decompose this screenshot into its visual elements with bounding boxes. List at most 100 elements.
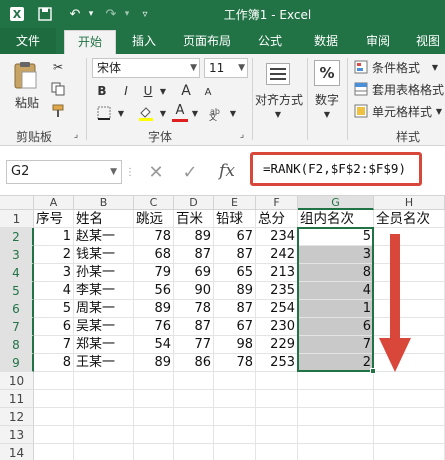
table-cell[interactable]: 67	[214, 228, 256, 246]
row-header-14[interactable]: 14	[0, 444, 34, 460]
empty-cell[interactable]	[174, 390, 214, 408]
table-cell[interactable]: 2	[34, 246, 74, 264]
empty-cell[interactable]	[298, 408, 374, 426]
empty-cell[interactable]	[134, 426, 174, 444]
table-cell[interactable]: 5	[34, 300, 74, 318]
empty-cell[interactable]	[174, 426, 214, 444]
header-cell[interactable]: 铅球	[214, 210, 256, 228]
header-cell[interactable]: 序号	[34, 210, 74, 228]
column-header-a[interactable]: A	[34, 196, 74, 210]
row-header-10[interactable]: 10	[0, 372, 34, 390]
table-cell[interactable]: 89	[134, 300, 174, 318]
table-cell[interactable]: 周某一	[74, 300, 134, 318]
empty-cell[interactable]	[174, 408, 214, 426]
table-cell[interactable]: 78	[214, 354, 256, 372]
column-header-d[interactable]: D	[174, 196, 214, 210]
paste-button-label[interactable]: 粘贴	[10, 94, 44, 110]
conditional-format-icon[interactable]	[352, 58, 370, 76]
fill-color-icon[interactable]	[136, 104, 156, 122]
paste-icon[interactable]	[6, 58, 46, 92]
empty-cell[interactable]	[214, 426, 256, 444]
table-cell[interactable]: 235	[256, 282, 298, 300]
empty-cell[interactable]	[74, 372, 134, 390]
table-cell[interactable]: 1	[34, 228, 74, 246]
empty-cell[interactable]	[298, 372, 374, 390]
tab-formulas[interactable]: 公式	[250, 30, 290, 54]
font-launcher-icon[interactable]: ⌟	[236, 128, 248, 142]
format-painter-icon[interactable]	[48, 102, 68, 120]
chevron-down-icon[interactable]: ▼	[228, 104, 238, 122]
name-box[interactable]: G2 ▼	[6, 160, 122, 184]
font-color-button[interactable]: A	[172, 102, 188, 122]
table-cell[interactable]: 67	[214, 318, 256, 336]
table-cell[interactable]: 4	[298, 282, 374, 300]
cell-styles-icon[interactable]	[352, 102, 370, 120]
table-cell[interactable]: 69	[174, 264, 214, 282]
empty-cell[interactable]	[34, 372, 74, 390]
empty-cell[interactable]	[34, 408, 74, 426]
table-cell[interactable]: 242	[256, 246, 298, 264]
table-cell[interactable]: 86	[174, 354, 214, 372]
table-cell[interactable]: 3	[298, 246, 374, 264]
empty-cell[interactable]	[174, 372, 214, 390]
formula-input[interactable]: =RANK(F2,$F$2:$F$9)	[250, 152, 422, 186]
chevron-down-icon[interactable]: ▼	[321, 108, 333, 120]
chevron-down-icon[interactable]: ▼	[272, 108, 284, 120]
percent-icon[interactable]: %	[314, 60, 340, 86]
table-cell[interactable]: 56	[134, 282, 174, 300]
header-cell[interactable]: 组内名次	[298, 210, 374, 228]
chevron-down-icon[interactable]: ▼	[158, 82, 168, 100]
underline-button[interactable]: U	[140, 82, 156, 100]
table-cell[interactable]: 钱某一	[74, 246, 134, 264]
table-cell[interactable]: 87	[174, 318, 214, 336]
tab-page-layout[interactable]: 页面布局	[174, 30, 240, 54]
tab-file[interactable]: 文件	[0, 28, 56, 54]
column-header-f[interactable]: F	[256, 196, 298, 210]
table-cell[interactable]: 253	[256, 354, 298, 372]
grow-font-button[interactable]: A	[178, 82, 194, 100]
table-cell[interactable]: 98	[214, 336, 256, 354]
table-format-button[interactable]: 套用表格格式	[372, 80, 444, 98]
row-header-3[interactable]: 3	[0, 246, 34, 264]
enter-icon[interactable]: ✓	[178, 160, 202, 184]
table-format-icon[interactable]	[352, 80, 370, 98]
header-cell[interactable]: 总分	[256, 210, 298, 228]
empty-cell[interactable]	[374, 426, 445, 444]
table-cell[interactable]: 254	[256, 300, 298, 318]
row-header-5[interactable]: 5	[0, 282, 34, 300]
row-header-4[interactable]: 4	[0, 264, 34, 282]
conditional-format-button[interactable]: 条件格式	[372, 58, 434, 76]
table-cell[interactable]: 6	[34, 318, 74, 336]
chevron-down-icon[interactable]: ▼	[158, 104, 168, 122]
empty-cell[interactable]	[214, 444, 256, 460]
table-cell[interactable]: 65	[214, 264, 256, 282]
chevron-down-icon[interactable]: ▼	[190, 104, 200, 122]
row-header-8[interactable]: 8	[0, 336, 34, 354]
empty-cell[interactable]	[256, 444, 298, 460]
table-cell[interactable]: 吴某一	[74, 318, 134, 336]
table-cell[interactable]: 王某一	[74, 354, 134, 372]
empty-cell[interactable]	[34, 390, 74, 408]
table-cell[interactable]: 7	[34, 336, 74, 354]
table-cell[interactable]: 6	[298, 318, 374, 336]
empty-cell[interactable]	[74, 426, 134, 444]
empty-cell[interactable]	[74, 408, 134, 426]
empty-cell[interactable]	[174, 444, 214, 460]
table-cell[interactable]: 李某一	[74, 282, 134, 300]
row-header-11[interactable]: 11	[0, 390, 34, 408]
table-cell[interactable]: 229	[256, 336, 298, 354]
empty-cell[interactable]	[214, 408, 256, 426]
cancel-icon[interactable]: ✕	[144, 160, 168, 184]
font-name-select[interactable]: 宋体 ▼	[92, 58, 200, 78]
empty-cell[interactable]	[34, 444, 74, 460]
empty-cell[interactable]	[134, 372, 174, 390]
font-size-select[interactable]: 11 ▼	[204, 58, 248, 78]
row-header-13[interactable]: 13	[0, 426, 34, 444]
copy-icon[interactable]	[48, 80, 68, 98]
table-cell[interactable]: 郑某一	[74, 336, 134, 354]
empty-cell[interactable]	[256, 408, 298, 426]
empty-cell[interactable]	[298, 390, 374, 408]
shrink-font-button[interactable]: A	[200, 84, 216, 100]
table-cell[interactable]: 87	[214, 300, 256, 318]
table-cell[interactable]: 8	[34, 354, 74, 372]
